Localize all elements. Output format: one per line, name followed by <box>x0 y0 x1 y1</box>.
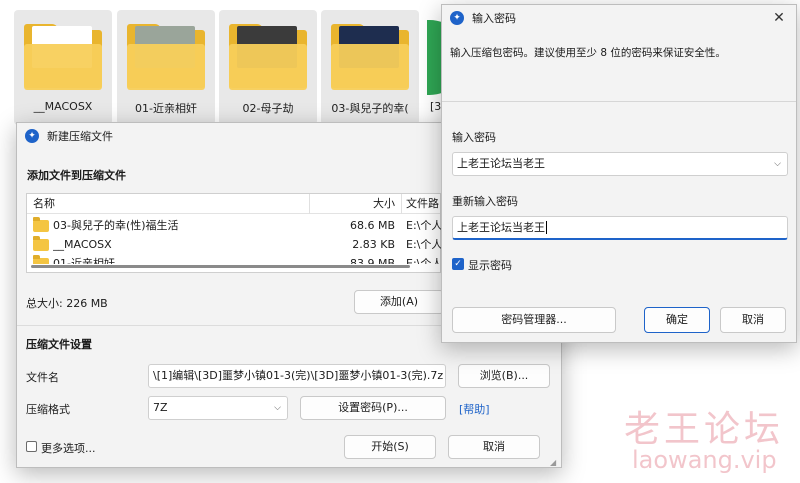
file-row[interactable]: __MACOSX 2.83 KB E:\个人 <box>27 235 442 255</box>
password-description: 输入压缩包密码。建议使用至少 8 位的密码来保证安全性。 <box>450 47 726 59</box>
file-row[interactable]: 01-近亲相奸 83.9 MB E:\个人 <box>27 254 440 264</box>
folder-icon <box>24 20 102 90</box>
settings-heading: 压缩文件设置 <box>26 338 92 351</box>
password-label: 输入密码 <box>452 131 496 144</box>
compress-dialog-title: 新建压缩文件 <box>47 130 113 143</box>
file-list-header: 名称 大小 文件路 <box>27 194 440 214</box>
cancel-compress-button[interactable]: 取消 <box>448 435 540 459</box>
folder-tile-03[interactable]: 03-與兒子的幸( <box>321 10 419 125</box>
folder-icon <box>33 217 49 232</box>
folder-tile-01[interactable]: 01-近亲相奸 <box>117 10 215 125</box>
password-input[interactable]: 上老王论坛当老王 ⌵ <box>452 152 788 176</box>
file-name: 01-近亲相奸 <box>53 257 115 264</box>
text-caret <box>546 221 547 234</box>
format-select[interactable]: 7Z ⌵ <box>148 396 288 420</box>
screen: __MACOSX 01-近亲相奸 02-母子劫 03-與兒子的幸( [3 ✦ 新… <box>0 0 800 483</box>
file-size: 68.6 MB <box>349 219 395 232</box>
app-logo-icon: ✦ <box>450 11 464 25</box>
partial-folder-label: [3 <box>430 100 442 113</box>
column-header-size[interactable]: 大小 <box>313 194 395 214</box>
filename-label: 文件名 <box>26 371 59 384</box>
watermark-url: laowang.vip <box>632 446 777 474</box>
chevron-down-icon: ⌵ <box>274 403 281 413</box>
folder-name: __MACOSX <box>33 100 93 113</box>
file-row[interactable]: 03-與兒子的幸(性)福生活 68.6 MB E:\个人 <box>27 216 442 236</box>
file-path: E:\个人 <box>406 219 442 232</box>
folder-icon <box>33 236 49 251</box>
file-size: 2.83 KB <box>352 238 395 251</box>
total-size: 总大小: 226 MB <box>26 297 108 310</box>
watermark-logo: 老王论坛 <box>624 409 785 450</box>
file-path: E:\个人 <box>406 238 442 251</box>
password-manager-button[interactable]: 密码管理器... <box>452 307 616 333</box>
app-logo-icon: ✦ <box>25 129 39 143</box>
browse-button[interactable]: 浏览(B)... <box>458 364 550 388</box>
reenter-password-label: 重新输入密码 <box>452 195 518 208</box>
filename-input[interactable]: \[1]编辑\[3D]噩梦小镇01-3(完)\[3D]噩梦小镇01-3(完).7… <box>148 364 446 388</box>
reenter-password-value: 上老王论坛当老王 <box>457 221 545 234</box>
help-link[interactable]: [帮助] <box>459 401 490 417</box>
file-list[interactable]: 名称 大小 文件路 03-與兒子的幸(性)福生活 68.6 MB E:\个人 _… <box>26 193 442 273</box>
password-dialog: ✦ 输入密码 ✕ 输入压缩包密码。建议使用至少 8 位的密码来保证安全性。 输入… <box>441 4 797 343</box>
folder-name: 02-母子劫 <box>242 102 294 115</box>
format-label: 压缩格式 <box>26 403 70 416</box>
password-dialog-title: 输入密码 <box>472 12 516 25</box>
chevron-down-icon[interactable]: ⌵ <box>774 153 781 175</box>
divider <box>442 101 796 102</box>
reenter-password-input[interactable]: 上老王论坛当老王 <box>452 216 788 240</box>
resize-grip-icon[interactable]: ◢ <box>550 459 558 467</box>
file-name: 03-與兒子的幸(性)福生活 <box>53 219 179 232</box>
folder-name: 01-近亲相奸 <box>135 102 197 115</box>
add-button[interactable]: 添加(A) <box>354 290 444 314</box>
folder-name: 03-與兒子的幸( <box>331 102 409 115</box>
close-icon[interactable]: ✕ <box>770 9 788 27</box>
format-value: 7Z <box>153 401 168 414</box>
column-header-path[interactable]: 文件路 <box>406 194 442 214</box>
column-header-name[interactable]: 名称 <box>33 194 303 214</box>
password-value: 上老王论坛当老王 <box>457 157 545 170</box>
file-path: E:\个人 <box>406 257 440 264</box>
folder-tile-02[interactable]: 02-母子劫 <box>219 10 317 125</box>
file-size: 83.9 MB <box>349 257 395 264</box>
cancel-password-button[interactable]: 取消 <box>720 307 786 333</box>
folder-icon <box>331 20 409 90</box>
show-password-label[interactable]: 显示密码 <box>468 257 512 273</box>
folder-icon <box>229 20 307 90</box>
horizontal-scrollbar[interactable] <box>31 265 410 268</box>
folder-icon <box>33 255 49 264</box>
file-name: __MACOSX <box>53 238 112 251</box>
folder-icon <box>127 20 205 90</box>
add-files-heading: 添加文件到压缩文件 <box>27 169 126 182</box>
more-options-checkbox[interactable] <box>26 441 37 452</box>
ok-button[interactable]: 确定 <box>644 307 710 333</box>
start-button[interactable]: 开始(S) <box>344 435 436 459</box>
folder-tile-macosx[interactable]: __MACOSX <box>14 10 112 125</box>
set-password-button[interactable]: 设置密码(P)... <box>300 396 446 420</box>
more-options-label[interactable]: 更多选项... <box>41 440 96 456</box>
password-titlebar[interactable]: ✦ 输入密码 <box>442 5 796 31</box>
show-password-checkbox[interactable]: ✓ <box>452 258 464 270</box>
